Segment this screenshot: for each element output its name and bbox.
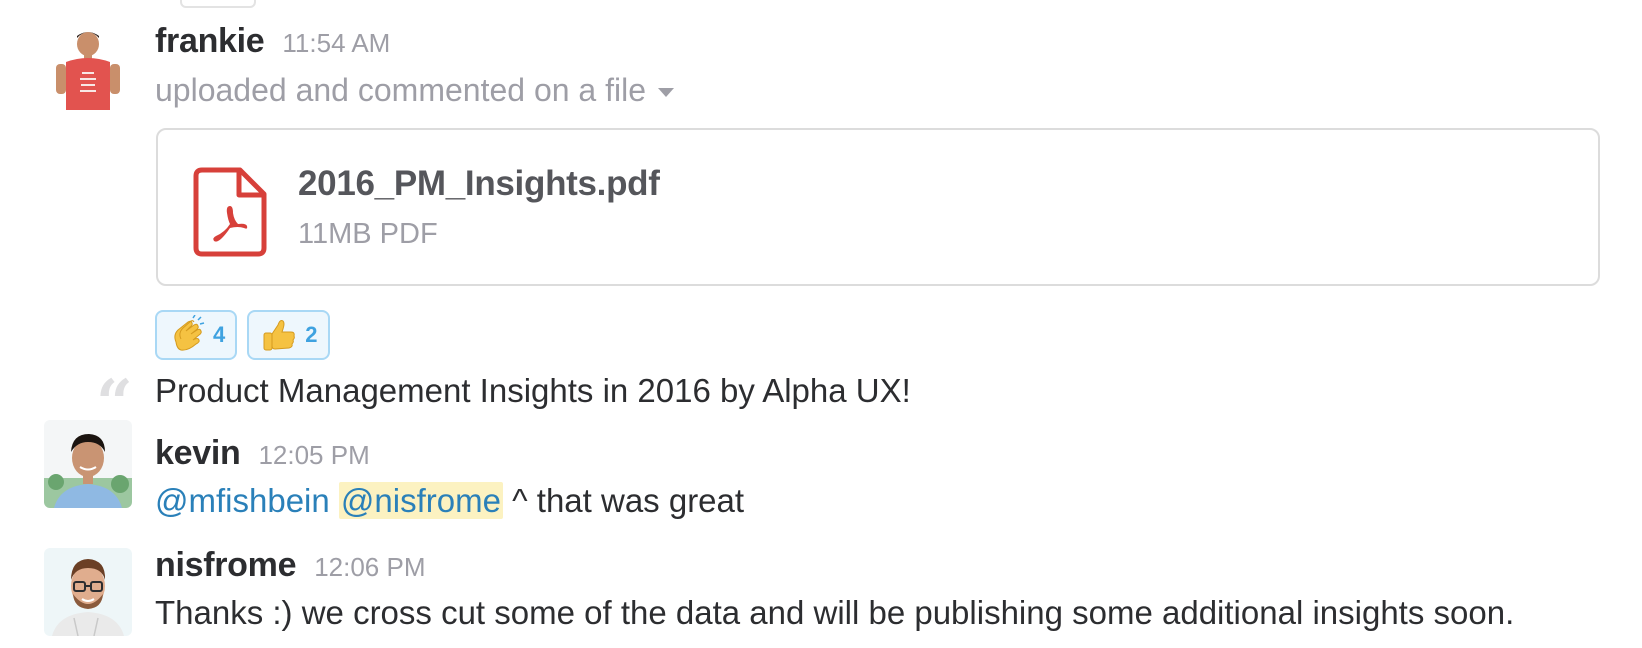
- message-text: ^ that was great: [512, 482, 745, 519]
- message-body: Thanks :) we cross cut some of the data …: [155, 594, 1515, 631]
- message-header: nisfrome 12:06 PM: [155, 546, 425, 585]
- timestamp[interactable]: 12:05 PM: [258, 440, 369, 471]
- sender-name[interactable]: kevin: [155, 434, 241, 473]
- file-name[interactable]: 2016_PM_Insights.pdf: [298, 164, 660, 204]
- user-mention-highlighted[interactable]: @nisfrome: [338, 482, 503, 519]
- caret-down-icon: [658, 88, 675, 97]
- reactions-bar: 4 2: [155, 310, 330, 360]
- message-body: @mfishbein @nisfrome ^ that was great: [155, 482, 744, 520]
- reaction-clapping-hands[interactable]: 4: [155, 310, 238, 360]
- previous-attachment-edge: [180, 0, 256, 8]
- reaction-count: 2: [305, 322, 318, 347]
- file-action-label: uploaded and commented on a file: [155, 72, 647, 108]
- file-attachment-card[interactable]: 2016_PM_Insights.pdf 11MB PDF: [156, 128, 1600, 286]
- message-header: frankie 11:54 AM: [155, 22, 390, 61]
- pdf-icon: [193, 167, 267, 257]
- avatar-kevin[interactable]: [44, 420, 132, 508]
- clapping-hands-icon: [174, 315, 205, 351]
- sender-name[interactable]: nisfrome: [155, 546, 296, 585]
- file-meta: 11MB PDF: [298, 218, 438, 250]
- sender-name[interactable]: frankie: [155, 22, 265, 61]
- avatar-frankie[interactable]: [44, 22, 132, 110]
- reaction-count: 4: [213, 322, 226, 347]
- timestamp[interactable]: 11:54 AM: [282, 28, 390, 59]
- thumbs-up-icon: [263, 320, 296, 351]
- file-comment: Product Management Insights in 2016 by A…: [155, 372, 911, 409]
- message-header: kevin 12:05 PM: [155, 434, 370, 473]
- file-action-menu[interactable]: uploaded and commented on a file: [155, 72, 675, 109]
- avatar-nisfrome[interactable]: [44, 548, 132, 636]
- user-mention[interactable]: @mfishbein: [155, 482, 330, 519]
- reaction-thumbs-up[interactable]: 2: [247, 310, 330, 360]
- timestamp[interactable]: 12:06 PM: [314, 552, 425, 583]
